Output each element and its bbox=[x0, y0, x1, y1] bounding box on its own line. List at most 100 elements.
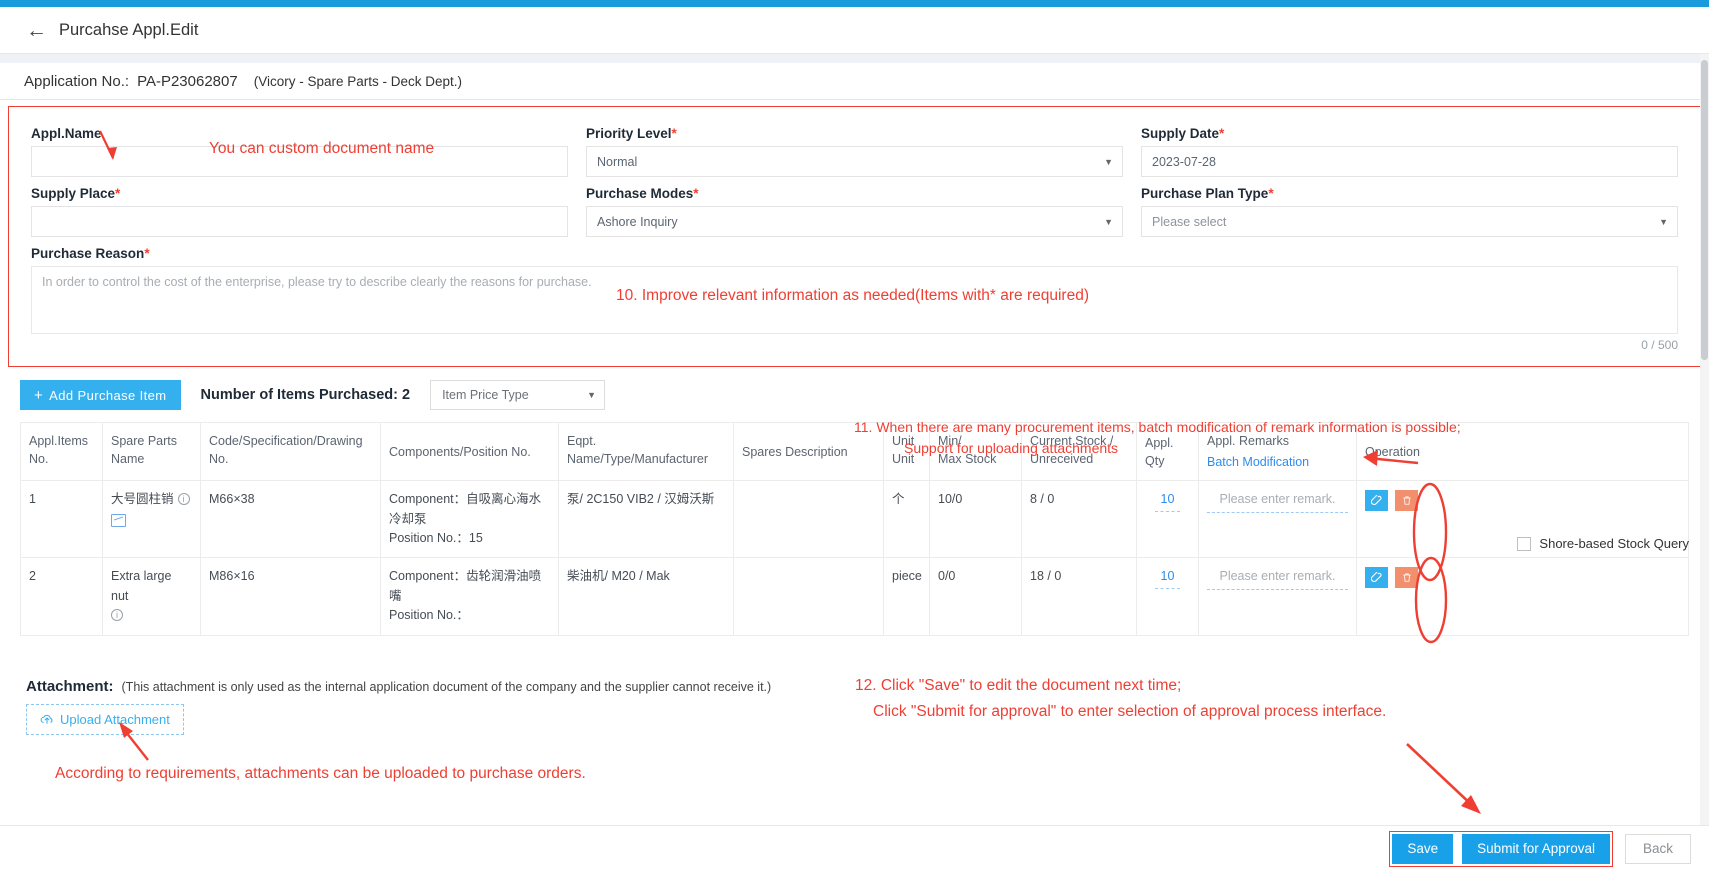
purchase-reason-textarea[interactable]: In order to control the cost of the ente… bbox=[31, 266, 1678, 334]
info-icon[interactable]: i bbox=[111, 609, 123, 622]
form-column-right: Supply Date* 2023-07-28 Purchase Plan Ty… bbox=[1141, 117, 1678, 237]
attachment-section: Attachment: (This attachment is only use… bbox=[26, 678, 1709, 735]
col-line: Min/ bbox=[938, 434, 962, 448]
appl-name-input[interactable] bbox=[31, 146, 568, 177]
item-price-type-select[interactable]: Item Price Type ▼ bbox=[430, 380, 606, 410]
col-line: Operation bbox=[1365, 444, 1420, 459]
required-asterisk: * bbox=[144, 246, 150, 261]
col-line: Name bbox=[111, 452, 145, 467]
appl-qty-editable[interactable]: 10 bbox=[1154, 567, 1181, 589]
attachment-icon[interactable] bbox=[1365, 490, 1388, 512]
purchase-plan-type-value: Please select bbox=[1152, 214, 1227, 229]
upload-attachment-label: Upload Attachment bbox=[60, 711, 170, 727]
required-asterisk: * bbox=[671, 126, 677, 141]
remark-input[interactable]: Please enter remark. bbox=[1207, 490, 1348, 513]
col-line: Unreceived bbox=[1030, 452, 1094, 467]
attachment-icon[interactable] bbox=[1365, 567, 1388, 589]
purchase-reason-label: Purchase Reason* bbox=[31, 246, 1678, 261]
appl-qty-editable[interactable]: 10 bbox=[1154, 490, 1181, 512]
cell-appl-items-no: 2 bbox=[20, 557, 103, 636]
col-line: Name/Type/Manufacturer bbox=[567, 452, 709, 467]
priority-level-select[interactable]: Normal ▼ bbox=[586, 146, 1123, 177]
items-count: Number of Items Purchased: 2 bbox=[201, 387, 411, 403]
items-count-value: 2 bbox=[401, 387, 411, 403]
cell-eqpt: 泵/ 2C150 VIB2 / 汉姆沃斯 bbox=[558, 480, 734, 559]
batch-modification-link[interactable]: Batch Modification bbox=[1207, 453, 1348, 471]
attachment-label: Attachment: bbox=[26, 677, 114, 695]
col-line: Code/Specification/Drawing bbox=[209, 434, 363, 448]
table-header-row: Appl.Items No. Spare Parts Name Code/Spe… bbox=[20, 421, 1689, 482]
page-scrollbar-thumb[interactable] bbox=[1701, 60, 1708, 360]
cell-spares-description bbox=[733, 480, 884, 559]
arrow-left-icon[interactable]: ← bbox=[26, 20, 47, 41]
col-line: Current Stock / bbox=[1030, 434, 1114, 448]
image-icon[interactable] bbox=[111, 513, 126, 527]
chevron-down-icon: ▼ bbox=[1659, 216, 1668, 227]
cell-current-stock: 18 / 0 bbox=[1021, 557, 1137, 636]
cell-appl-items-no: 1 bbox=[20, 480, 103, 559]
items-count-label: Number of Items Purchased: bbox=[200, 387, 398, 403]
required-asterisk: * bbox=[115, 186, 121, 201]
position-value: 15 bbox=[468, 531, 483, 545]
supply-place-input[interactable] bbox=[31, 206, 568, 237]
col-appl-qty: Appl. Qty bbox=[1136, 421, 1199, 482]
purchase-modes-label-text: Purchase Modes bbox=[586, 186, 694, 201]
col-appl-items-no: Appl.Items No. bbox=[20, 421, 103, 482]
col-line: Max Stock bbox=[938, 452, 997, 467]
table-row: 2 Extra large nut i M86×16 Component：齿轮润… bbox=[20, 557, 1689, 636]
required-asterisk: * bbox=[1268, 186, 1274, 201]
cell-current-stock: 8 / 0 bbox=[1021, 480, 1137, 559]
appl-name-label: Appl.Name bbox=[31, 126, 568, 141]
delete-icon[interactable] bbox=[1395, 567, 1419, 589]
purchase-plan-type-label: Purchase Plan Type* bbox=[1141, 186, 1678, 201]
shore-based-stock-query[interactable]: Shore-based Stock Query bbox=[1517, 536, 1689, 551]
supply-date-input[interactable]: 2023-07-28 bbox=[1141, 146, 1678, 177]
col-code-spec-drawing-no: Code/Specification/Drawing No. bbox=[200, 421, 381, 482]
cell-operation bbox=[1356, 557, 1689, 636]
back-button[interactable]: Back bbox=[1624, 833, 1691, 864]
component-label: Component： bbox=[389, 569, 467, 584]
col-eqpt-name-type-manufacturer: Eqpt. Name/Type/Manufacturer bbox=[558, 421, 734, 482]
position-label: Position No.： bbox=[389, 531, 469, 545]
purchase-reason-label-text: Purchase Reason bbox=[31, 246, 145, 261]
section-divider bbox=[0, 54, 1709, 63]
supply-place-label-text: Supply Place bbox=[31, 186, 116, 201]
purchase-modes-select[interactable]: Ashore Inquiry ▼ bbox=[586, 206, 1123, 237]
col-line: Components/Position No. bbox=[389, 444, 531, 459]
attachment-note: (This attachment is only used as the int… bbox=[121, 679, 772, 694]
remark-input[interactable]: Please enter remark. bbox=[1207, 567, 1348, 590]
primary-actions-group: Save Submit for Approval bbox=[1389, 830, 1613, 867]
shore-based-stock-query-checkbox[interactable] bbox=[1517, 536, 1532, 551]
page-title: Purcahse Appl.Edit bbox=[59, 20, 199, 39]
upload-attachment-button[interactable]: Upload Attachment bbox=[26, 703, 184, 735]
purchase-plan-type-select[interactable]: Please select ▼ bbox=[1141, 206, 1678, 237]
table-row: 1 大号圆柱销 i M66×38 Component：自吸离心海水冷却泵 Posi… bbox=[20, 480, 1689, 559]
cell-components-position: Component：自吸离心海水冷却泵 Position No.：15 bbox=[380, 480, 559, 559]
cell-appl-remarks: Please enter remark. bbox=[1198, 557, 1357, 636]
position-label: Position No.： bbox=[389, 608, 469, 623]
col-unit: Unit Unit bbox=[883, 421, 930, 482]
required-asterisk: * bbox=[1219, 126, 1225, 141]
info-icon[interactable]: i bbox=[177, 493, 190, 506]
supply-date-label-text: Supply Date bbox=[1141, 126, 1220, 141]
priority-level-label: Priority Level* bbox=[586, 126, 1123, 141]
save-button[interactable]: Save bbox=[1392, 833, 1454, 864]
priority-level-label-text: Priority Level bbox=[586, 126, 672, 141]
top-accent-bar bbox=[0, 0, 1709, 7]
submit-for-approval-button[interactable]: Submit for Approval bbox=[1462, 833, 1610, 864]
application-no-bar: Application No.: PA-P23062807 (Vicory - … bbox=[0, 63, 1709, 100]
items-toolbar: + Add Purchase Item Number of Items Purc… bbox=[20, 380, 1709, 410]
delete-icon[interactable] bbox=[1395, 490, 1419, 512]
purchase-reason-counter: 0 / 500 bbox=[1641, 338, 1678, 352]
col-components-position-no: Components/Position No. bbox=[380, 421, 559, 482]
purchase-plan-type-label-text: Purchase Plan Type bbox=[1141, 186, 1269, 201]
cell-unit: piece bbox=[883, 557, 930, 636]
form-column-left: Appl.Name Supply Place* bbox=[31, 117, 568, 237]
cell-appl-qty: 10 bbox=[1136, 557, 1199, 636]
application-no-value: PA-P23062807 bbox=[137, 72, 238, 90]
purchase-form-panel: Appl.Name Supply Place* Priority Level* … bbox=[8, 106, 1701, 367]
add-purchase-item-button[interactable]: + Add Purchase Item bbox=[20, 380, 181, 410]
appl-name-label-text: Appl.Name bbox=[31, 126, 102, 141]
col-min-max-stock: Min/ Max Stock bbox=[929, 421, 1022, 482]
col-line: Spares Description bbox=[742, 444, 848, 459]
